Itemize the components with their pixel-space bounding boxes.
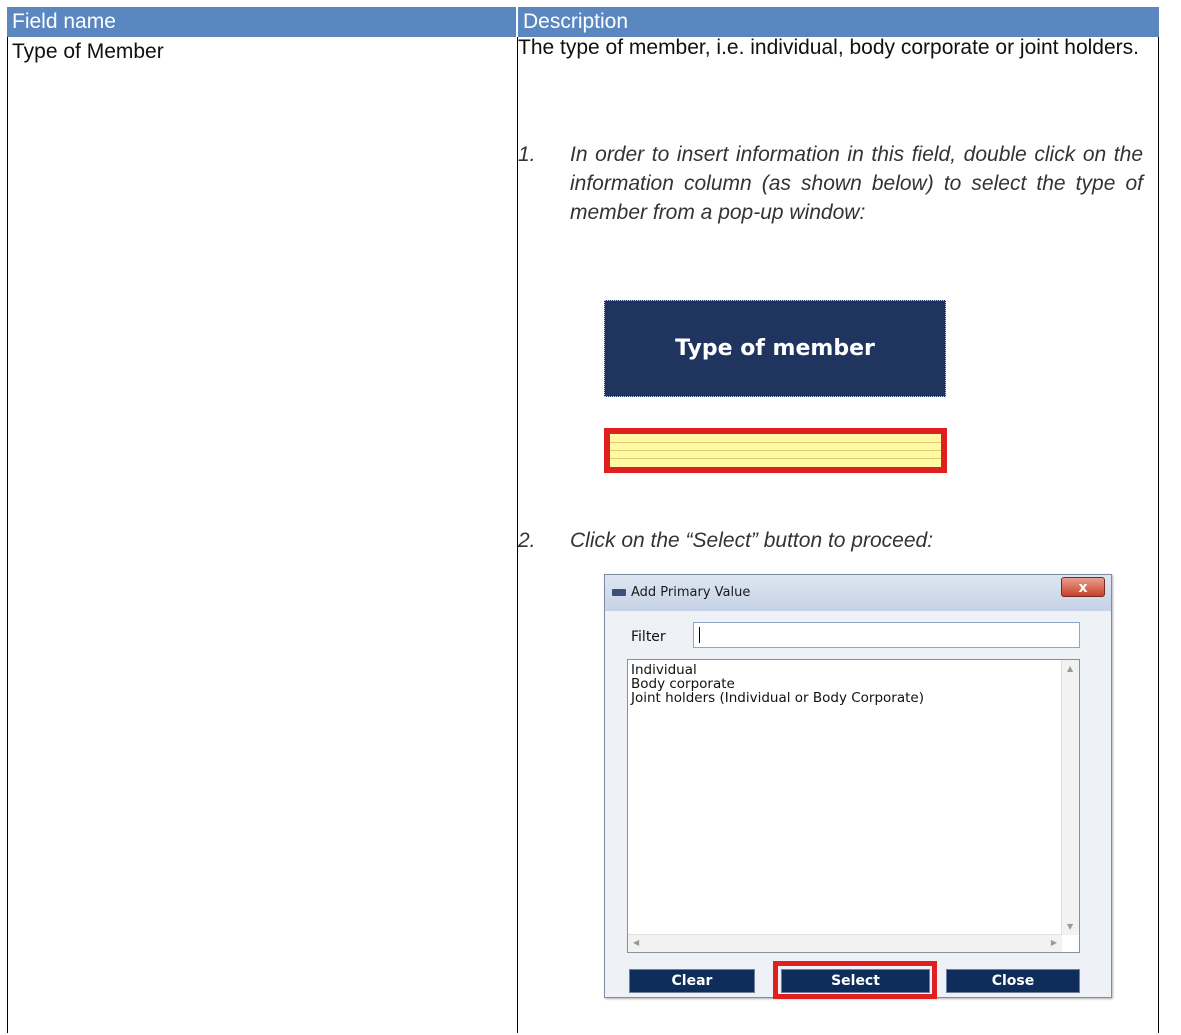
vertical-scrollbar[interactable]: ▲ ▼ xyxy=(1061,660,1079,935)
scroll-down-icon[interactable]: ▼ xyxy=(1067,922,1073,931)
scroll-right-icon[interactable]: ▶ xyxy=(1051,938,1057,947)
step-number: 1. xyxy=(518,143,536,166)
dialog-title: Add Primary Value xyxy=(631,585,751,600)
filter-input[interactable] xyxy=(693,622,1080,648)
scroll-up-icon[interactable]: ▲ xyxy=(1067,664,1073,673)
step-text: Click on the “Select” button to proceed: xyxy=(570,529,934,552)
step-number: 2. xyxy=(518,529,536,552)
clear-button[interactable]: Clear xyxy=(629,969,755,993)
cell-line xyxy=(610,442,941,443)
list-item[interactable]: Joint holders (Individual or Body Corpor… xyxy=(631,691,924,705)
description-text: The type of member, i.e. individual, bod… xyxy=(518,36,1139,59)
dialog-titlebar: Add Primary Value x xyxy=(605,575,1111,611)
scroll-left-icon[interactable]: ◀ xyxy=(633,938,639,947)
close-icon[interactable]: x xyxy=(1061,577,1105,597)
type-of-member-column-header: Type of member xyxy=(604,300,946,397)
table-border-right xyxy=(1158,37,1159,1033)
value-list[interactable]: Individual Body corporate Joint holders … xyxy=(627,659,1080,953)
horizontal-scrollbar[interactable]: ◀ ▶ xyxy=(628,934,1062,952)
cell-line xyxy=(610,458,941,459)
add-primary-value-dialog: Add Primary Value x Filter Individual Bo… xyxy=(604,574,1112,999)
table-border-left xyxy=(7,37,8,1033)
step-text: In order to insert information in this f… xyxy=(570,143,1143,224)
filter-label: Filter xyxy=(631,629,666,645)
close-button[interactable]: Close xyxy=(946,969,1080,993)
type-of-member-input-cell[interactable] xyxy=(604,428,947,473)
list-item[interactable]: Individual xyxy=(631,663,697,677)
header-field-name: Field name xyxy=(7,7,516,37)
select-button-highlight xyxy=(773,961,937,999)
list-item[interactable]: Body corporate xyxy=(631,677,735,691)
field-name-cell: Type of Member xyxy=(12,40,164,63)
text-caret xyxy=(699,627,700,643)
app-icon xyxy=(612,589,626,596)
cell-line xyxy=(610,450,941,451)
